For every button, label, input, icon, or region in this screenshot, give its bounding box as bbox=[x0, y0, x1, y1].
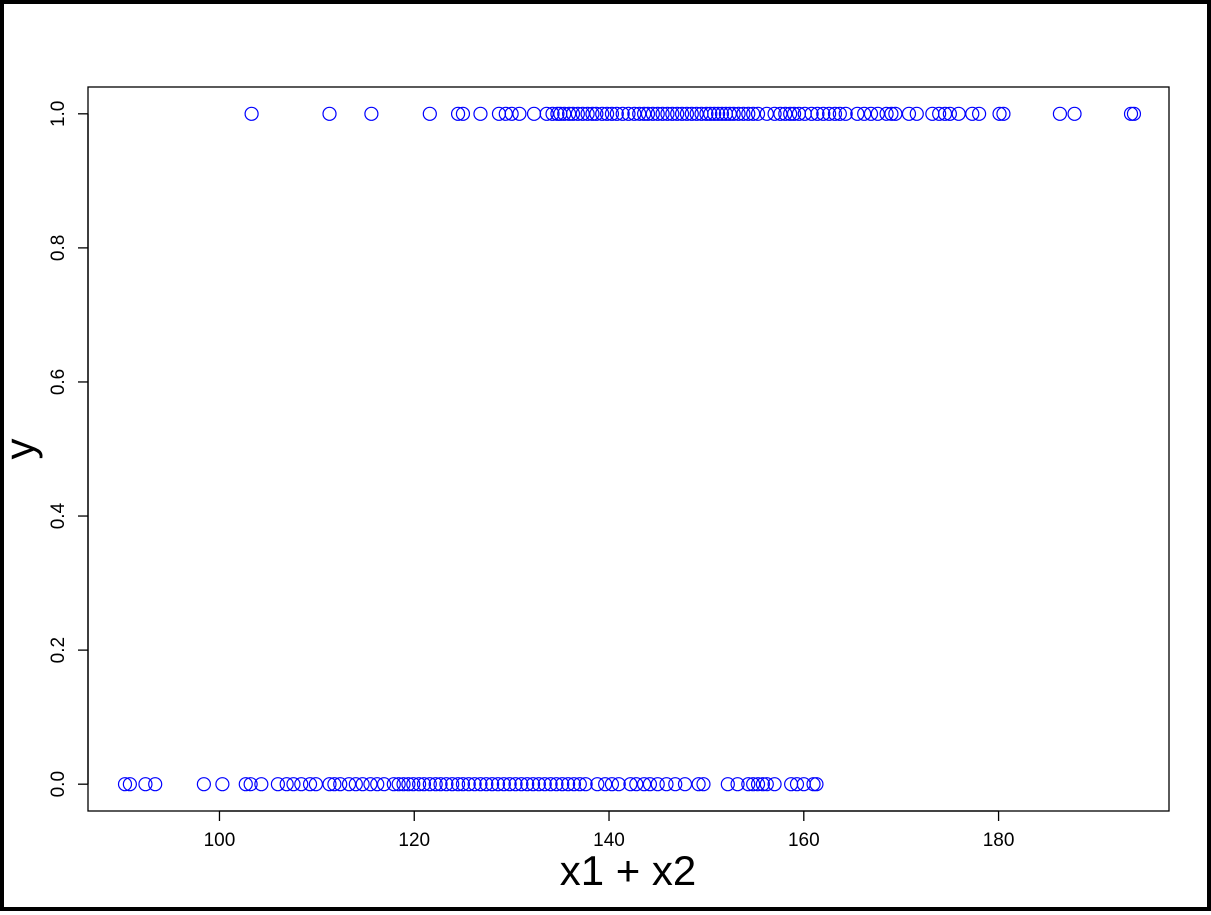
data-point bbox=[512, 106, 527, 121]
data-point bbox=[1067, 106, 1082, 121]
data-point bbox=[816, 106, 831, 121]
data-point bbox=[809, 777, 824, 792]
x-axis: 100 120 140 160 180 bbox=[204, 810, 1015, 851]
data-point bbox=[549, 777, 564, 792]
data-point bbox=[520, 777, 535, 792]
data-point bbox=[561, 777, 576, 792]
data-point bbox=[543, 777, 558, 792]
data-point bbox=[623, 777, 638, 792]
data-point bbox=[422, 106, 437, 121]
data-point bbox=[636, 777, 652, 792]
data-point bbox=[473, 777, 488, 792]
data-point bbox=[677, 777, 693, 792]
data-point bbox=[566, 777, 582, 792]
data-points bbox=[117, 106, 1142, 792]
data-point bbox=[767, 777, 782, 792]
y-tick-label: 0.2 bbox=[48, 637, 69, 663]
data-point bbox=[496, 777, 511, 792]
data-point bbox=[642, 777, 658, 792]
data-point bbox=[302, 777, 318, 792]
data-point bbox=[784, 777, 799, 792]
data-point bbox=[1123, 106, 1139, 121]
y-tick-label: 0.8 bbox=[48, 235, 69, 261]
data-point bbox=[502, 777, 517, 792]
data-point bbox=[572, 777, 587, 792]
data-point bbox=[467, 777, 482, 792]
x-axis-title: x1 + x2 bbox=[560, 847, 697, 894]
data-point bbox=[479, 777, 494, 792]
data-point bbox=[951, 106, 966, 121]
data-point bbox=[810, 106, 825, 121]
y-tick-label: 0.0 bbox=[48, 771, 69, 797]
data-point bbox=[364, 106, 379, 121]
data-point bbox=[525, 777, 541, 792]
data-point bbox=[806, 777, 821, 792]
y-axis-title: y bbox=[4, 439, 43, 460]
x-tick-label: 180 bbox=[983, 830, 1015, 851]
data-point bbox=[215, 777, 230, 792]
data-point bbox=[1052, 106, 1068, 121]
data-point bbox=[1126, 106, 1142, 121]
data-point bbox=[514, 777, 529, 792]
data-point bbox=[504, 106, 519, 121]
data-point bbox=[537, 777, 552, 792]
data-point bbox=[578, 777, 593, 792]
data-point bbox=[909, 106, 924, 121]
data-point bbox=[901, 106, 917, 121]
y-axis: 0.0 0.2 0.4 0.6 0.8 1.0 bbox=[48, 101, 89, 797]
data-point bbox=[308, 777, 323, 792]
data-point bbox=[759, 106, 774, 121]
data-point bbox=[590, 777, 605, 792]
y-tick-label: 1.0 bbox=[48, 101, 69, 127]
data-point bbox=[526, 106, 542, 121]
data-point bbox=[555, 777, 570, 792]
data-point bbox=[322, 106, 337, 121]
x-tick-label: 120 bbox=[398, 830, 430, 851]
chart-frame: 100 120 140 160 180 0.0 0.2 0.4 0.6 0.8 1.0 x1 + … bbox=[0, 0, 1211, 911]
y-tick-label: 0.6 bbox=[48, 369, 69, 395]
data-point bbox=[148, 777, 163, 792]
data-point bbox=[629, 777, 644, 792]
data-point bbox=[531, 777, 547, 792]
data-point bbox=[508, 777, 523, 792]
data-point bbox=[485, 777, 500, 792]
data-point bbox=[196, 777, 211, 792]
plot-area-box bbox=[87, 86, 1170, 812]
data-point bbox=[490, 777, 506, 792]
x-tick-label: 160 bbox=[788, 830, 820, 851]
x-tick-label: 100 bbox=[204, 830, 236, 851]
data-point bbox=[244, 106, 259, 121]
scatter-chart: 100 120 140 160 180 0.00.20.40.60.81.0 x1 + … bbox=[4, 86, 1170, 894]
data-point bbox=[473, 106, 488, 121]
y-tick-label: 0.4 bbox=[48, 502, 69, 529]
